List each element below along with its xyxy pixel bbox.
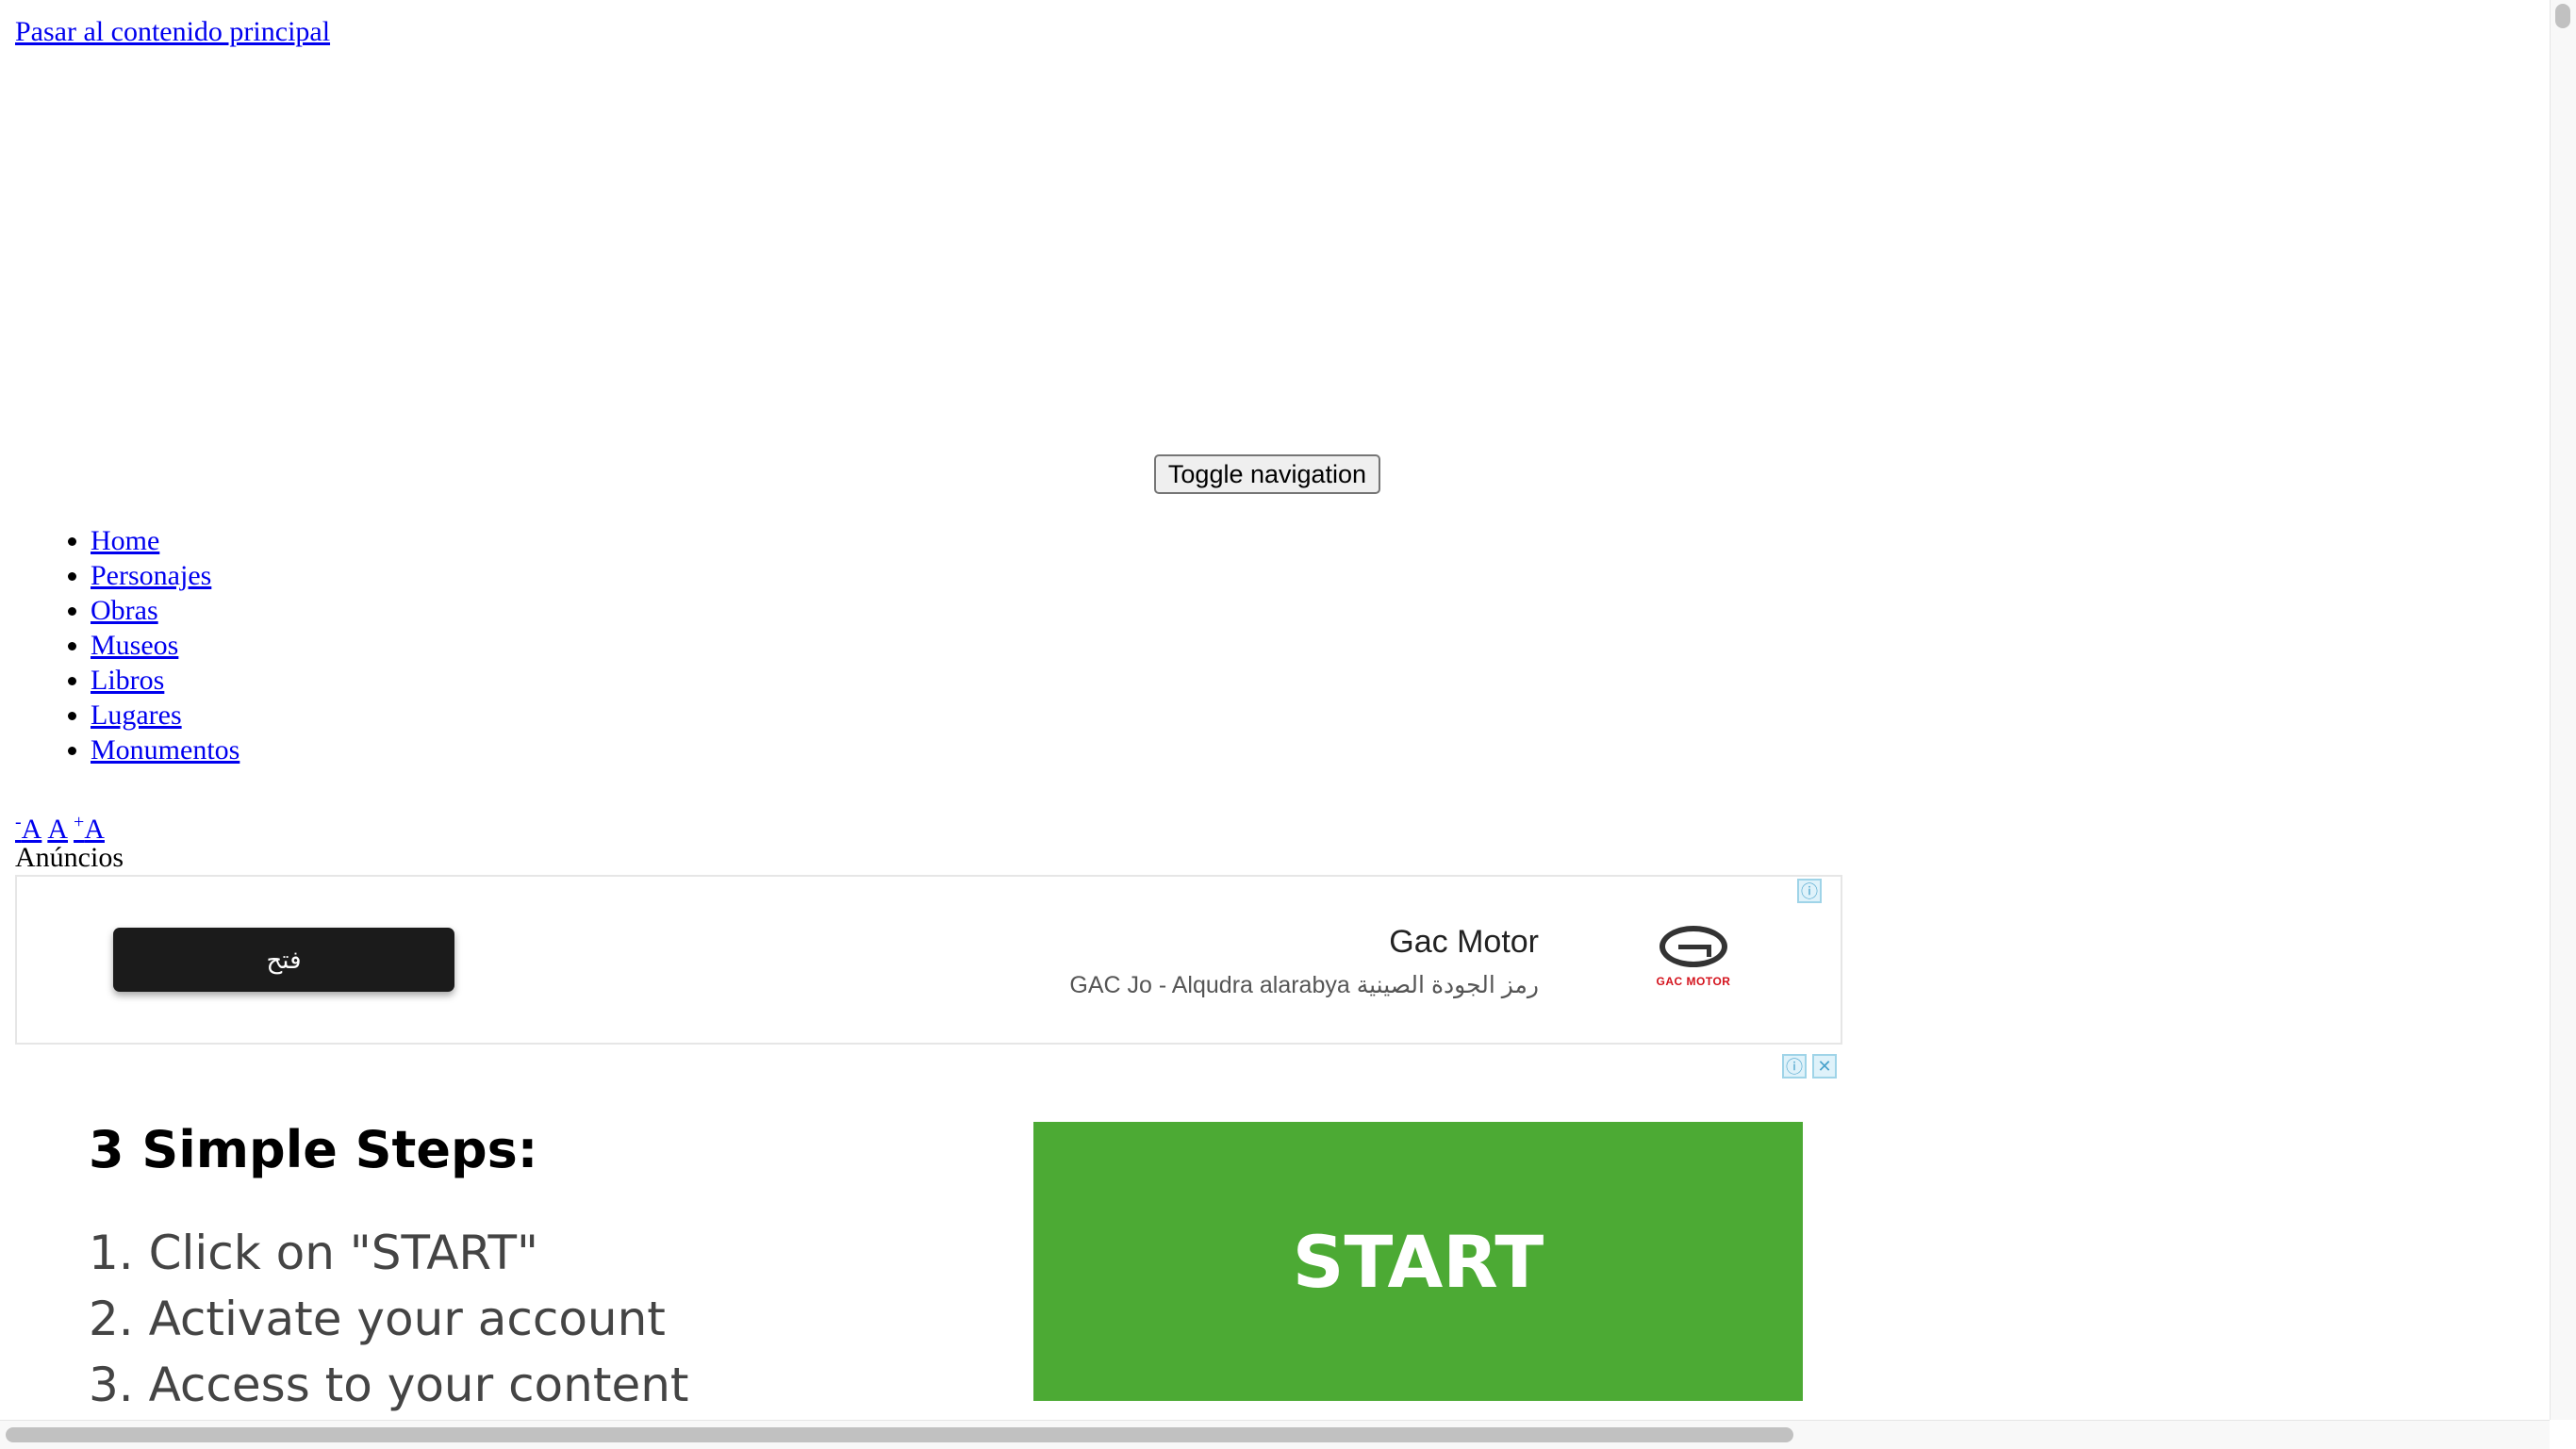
nav-link-libros[interactable]: Libros <box>91 665 164 696</box>
step-item: 3. Access to your content <box>89 1358 689 1412</box>
start-button[interactable]: START <box>1033 1122 1803 1401</box>
nav-item-lugares: Lugares <box>91 698 239 733</box>
vertical-scrollbar-thumb[interactable] <box>2555 4 2570 28</box>
step-item: 1. Click on "START" <box>89 1226 539 1280</box>
close-icon[interactable]: ✕ <box>1812 1054 1837 1079</box>
gac-motor-logo: GAC MOTOR <box>1656 926 1731 988</box>
nav-link-obras[interactable]: Obras <box>91 595 158 626</box>
nav-item-obras: Obras <box>91 593 239 628</box>
nav-item-home: Home <box>91 523 239 558</box>
decrease-sign: - <box>15 812 22 832</box>
vertical-scrollbar[interactable] <box>2550 0 2576 1420</box>
gac-motor-ad[interactable]: فتح Gac Motor GAC Jo - Alqudra alarabya … <box>15 875 1842 1045</box>
nav-item-museos: Museos <box>91 628 239 663</box>
nav-item-libros: Libros <box>91 663 239 698</box>
nav-item-monumentos: Monumentos <box>91 733 239 767</box>
gac-logo-mark-icon <box>1660 926 1727 967</box>
nav-item-personajes: Personajes <box>91 558 239 593</box>
steps-heading: 3 Simple Steps: <box>89 1120 538 1179</box>
ad-description: GAC Jo - Alqudra alarabya رمز الجودة الص… <box>1069 972 1539 998</box>
ads-label: Anúncios <box>15 842 124 873</box>
info-icon[interactable]: ⓘ <box>1782 1054 1807 1079</box>
ad-title[interactable]: Gac Motor <box>1389 924 1539 961</box>
toggle-navigation-button[interactable]: Toggle navigation <box>1154 454 1380 494</box>
info-icon[interactable]: ⓘ <box>1797 879 1822 903</box>
increase-sign: + <box>74 812 85 832</box>
ad-open-button[interactable]: فتح <box>113 928 454 992</box>
nav-link-personajes[interactable]: Personajes <box>91 560 211 591</box>
main-nav: Home Personajes Obras Museos Libros Luga… <box>0 523 239 767</box>
horizontal-scrollbar-thumb[interactable] <box>6 1427 1793 1442</box>
gac-logo-text: GAC MOTOR <box>1656 975 1731 988</box>
nav-link-home[interactable]: Home <box>91 525 159 556</box>
nav-link-lugares[interactable]: Lugares <box>91 700 182 731</box>
nav-link-museos[interactable]: Museos <box>91 630 178 661</box>
skip-to-content-link[interactable]: Pasar al contenido principal <box>15 13 330 51</box>
step-item: 2. Activate your account <box>89 1292 666 1346</box>
nav-link-monumentos[interactable]: Monumentos <box>91 734 239 766</box>
